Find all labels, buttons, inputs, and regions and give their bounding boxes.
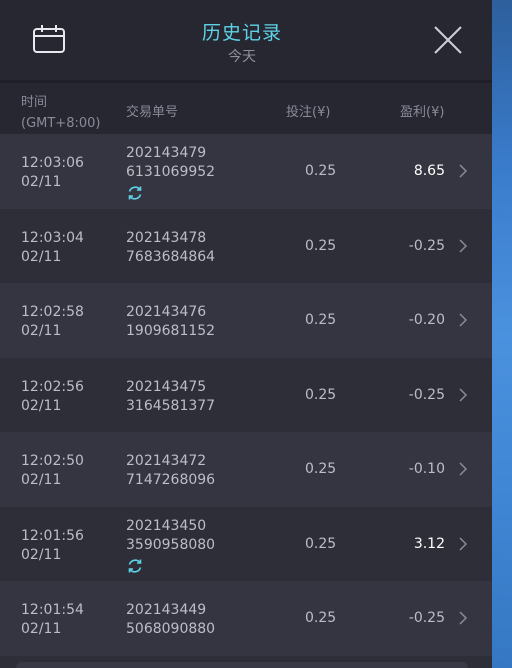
- history-row[interactable]: 12:03:06 02/11 202143479 6131069952 0.25…: [0, 134, 492, 209]
- chevron-right-icon[interactable]: [458, 461, 468, 477]
- column-header-timezone: (GMT+8:00): [21, 116, 101, 131]
- background-page-edge: [492, 0, 512, 668]
- sync-icon: [128, 558, 142, 573]
- row-order-id-part2: 3590958080: [126, 536, 216, 553]
- row-order-id-part2: 5068090880: [126, 621, 216, 637]
- chevron-right-icon[interactable]: [458, 536, 468, 552]
- row-order-cell: 202143478 7683684864: [126, 229, 215, 267]
- row-time-cell: 12:01:54 02/11: [21, 601, 84, 639]
- row-profit: 3.12: [413, 535, 445, 552]
- date-filter-label: 今天: [228, 49, 256, 65]
- row-date: 02/11: [21, 323, 62, 339]
- row-bet: 0.25: [305, 163, 337, 179]
- scroll-indicator[interactable]: [16, 662, 468, 668]
- row-order-id-part2: 3164581377: [126, 397, 216, 414]
- column-header-order: 交易单号: [126, 105, 179, 120]
- row-profit: -0.20: [408, 312, 445, 328]
- row-profit: -0.25: [408, 386, 445, 403]
- row-order-id-part2: 1909681152: [126, 323, 216, 339]
- history-row[interactable]: 12:02:56 02/11 202143475 3164581377 0.25…: [0, 357, 492, 432]
- row-time: 12:02:58: [21, 304, 84, 320]
- column-header-profit: 盈利(¥): [400, 105, 445, 120]
- row-bet: 0.25: [305, 461, 337, 477]
- history-panel: 历史记录 今天 时间 (GMT+8:00) 交易单号 投注(¥) 盈利(¥) 1…: [0, 0, 492, 668]
- row-time-cell: 12:01:56 02/11: [21, 527, 84, 565]
- row-time-cell: 12:03:06 02/11: [21, 154, 84, 192]
- chevron-right-icon[interactable]: [458, 312, 468, 328]
- row-order-id-part2: 6131069952: [126, 164, 216, 180]
- row-time-cell: 12:02:50 02/11: [21, 452, 84, 490]
- row-order-id-part1: 202143472: [126, 453, 207, 469]
- row-date: 02/11: [21, 248, 62, 265]
- chevron-right-icon[interactable]: [458, 387, 468, 403]
- row-time-cell: 12:03:04 02/11: [21, 229, 84, 267]
- row-time: 12:03:04: [21, 229, 84, 246]
- row-bet: 0.25: [305, 237, 337, 254]
- column-header-row: 时间 (GMT+8:00) 交易单号 投注(¥) 盈利(¥): [0, 83, 492, 134]
- row-order-cell: 202143450 3590958080: [126, 517, 215, 575]
- sync-icon: [128, 186, 142, 200]
- row-date: 02/11: [21, 472, 62, 488]
- row-bet: 0.25: [305, 386, 337, 403]
- row-order-id-part2: 7147268096: [126, 472, 216, 488]
- history-row[interactable]: 12:02:58 02/11 202143476 1909681152 0.25…: [0, 283, 492, 358]
- row-date: 02/11: [21, 397, 62, 414]
- row-time: 12:01:54: [21, 602, 84, 618]
- history-list: 12:03:06 02/11 202143479 6131069952 0.25…: [0, 134, 492, 656]
- header: 历史记录 今天: [0, 0, 492, 80]
- row-order-id-part1: 202143476: [126, 304, 207, 320]
- row-time: 12:02:56: [21, 378, 84, 395]
- history-row[interactable]: 12:03:04 02/11 202143478 7683684864 0.25…: [0, 208, 492, 283]
- row-time: 12:02:50: [21, 453, 84, 469]
- row-profit: -0.10: [408, 461, 445, 477]
- row-order-cell: 202143472 7147268096: [126, 452, 215, 490]
- row-order-id-part1: 202143475: [126, 378, 207, 395]
- row-bet: 0.25: [305, 312, 337, 328]
- chevron-right-icon[interactable]: [458, 610, 468, 626]
- column-header-time-label: 时间: [21, 95, 48, 110]
- history-row[interactable]: 12:01:54 02/11 202143449 5068090880 0.25…: [0, 581, 492, 656]
- chevron-right-icon[interactable]: [458, 238, 468, 254]
- row-order-id-part1: 202143449: [126, 602, 207, 618]
- chevron-right-icon[interactable]: [458, 163, 468, 179]
- row-time-cell: 12:02:58 02/11: [21, 303, 84, 341]
- row-bet: 0.25: [305, 535, 337, 552]
- row-order-id-part1: 202143479: [126, 145, 207, 161]
- close-icon[interactable]: [432, 24, 464, 56]
- row-order-cell: 202143449 5068090880: [126, 601, 215, 639]
- row-order-id-part1: 202143450: [126, 517, 207, 534]
- row-date: 02/11: [21, 174, 62, 190]
- row-bet: 0.25: [305, 610, 337, 626]
- row-profit: 8.65: [413, 163, 445, 179]
- page-title: 历史记录: [201, 22, 282, 44]
- column-header-time: 时间 (GMT+8:00): [21, 92, 100, 134]
- row-order-cell: 202143476 1909681152: [126, 303, 215, 341]
- row-order-cell: 202143479 6131069952: [126, 144, 215, 202]
- column-header-bet: 投注(¥): [286, 105, 331, 120]
- row-time-cell: 12:02:56 02/11: [21, 378, 84, 416]
- row-profit: -0.25: [408, 237, 445, 254]
- row-order-id-part2: 7683684864: [126, 248, 216, 265]
- row-time: 12:03:06: [21, 155, 84, 171]
- row-order-cell: 202143475 3164581377: [126, 378, 215, 416]
- row-order-id-part1: 202143478: [126, 229, 207, 246]
- history-row[interactable]: 12:01:56 02/11 202143450 3590958080 0.25…: [0, 506, 492, 581]
- row-profit: -0.25: [408, 610, 445, 626]
- row-time: 12:01:56: [21, 527, 84, 544]
- row-date: 02/11: [21, 621, 62, 637]
- history-row[interactable]: 12:02:50 02/11 202143472 7147268096 0.25…: [0, 432, 492, 507]
- row-date: 02/11: [21, 546, 62, 563]
